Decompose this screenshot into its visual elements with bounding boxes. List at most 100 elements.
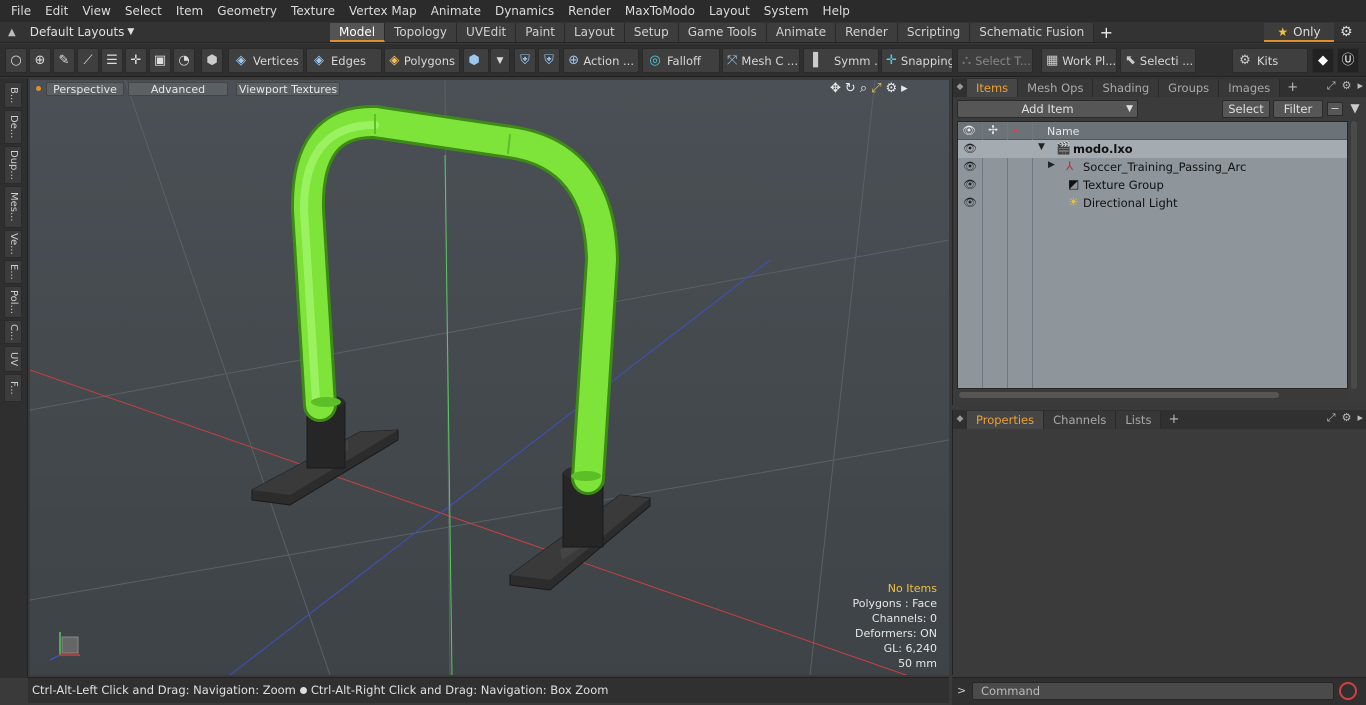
tab-scripting[interactable]: Scripting	[897, 22, 971, 42]
panel-grip-icon[interactable]: ◆	[953, 410, 967, 429]
left-tab-duplicate[interactable]: Dup...	[4, 146, 22, 184]
menu-help[interactable]: Help	[816, 0, 857, 22]
material-button[interactable]: ⬢	[463, 48, 489, 73]
tab-images[interactable]: Images	[1219, 78, 1281, 97]
edges-button[interactable]: ◈ Edges	[306, 48, 382, 73]
expand-triangle-icon[interactable]: ▶	[1048, 160, 1055, 170]
menu-render[interactable]: Render	[561, 0, 618, 22]
menu-view[interactable]: View	[75, 0, 117, 22]
menu-vertex-map[interactable]: Vertex Map	[342, 0, 424, 22]
eye-icon[interactable]: 👁	[963, 160, 977, 173]
tab-render[interactable]: Render	[836, 22, 898, 42]
viewport-settings-icon[interactable]: ⚙	[886, 81, 898, 96]
expand-panel-icon[interactable]: ⤢	[1327, 411, 1336, 425]
tab-mesh-ops[interactable]: Mesh Ops	[1018, 78, 1094, 97]
falloff-button[interactable]: ◎ Falloff	[642, 48, 720, 73]
mesh-constraint-button[interactable]: ⤧ Mesh C ...	[722, 48, 800, 73]
menu-geometry[interactable]: Geometry	[210, 0, 284, 22]
tab-animate[interactable]: Animate	[766, 22, 837, 42]
tab-setup[interactable]: Setup	[624, 22, 679, 42]
symmetry-button[interactable]: ▐ Symm ...	[803, 48, 879, 73]
tab-schematic-fusion[interactable]: Schematic Fusion	[970, 22, 1095, 42]
panel-menu-arrow-icon[interactable]: ▸	[1357, 79, 1363, 93]
perspective-dropdown[interactable]: Perspective	[46, 82, 124, 96]
zoom-view-icon[interactable]: ⌕	[860, 81, 867, 96]
viewport-menu-arrow-icon[interactable]: ▸	[901, 81, 908, 96]
eye-icon[interactable]: 👁	[963, 142, 977, 155]
rotate-button[interactable]: ◔	[173, 48, 195, 73]
axis-column-icon[interactable]: ⅄	[1012, 123, 1019, 137]
select-button[interactable]: Select	[1222, 100, 1270, 118]
menu-item[interactable]: Item	[169, 0, 210, 22]
tab-channels[interactable]: Channels	[1044, 410, 1117, 429]
tab-topology[interactable]: Topology	[385, 22, 458, 42]
brush-button[interactable]: ⟋	[77, 48, 99, 73]
menu-system[interactable]: System	[757, 0, 816, 22]
panel-menu-arrow-icon[interactable]: ▸	[1357, 411, 1363, 425]
snapping-button[interactable]: ✛ Snapping	[881, 48, 953, 73]
tab-layout[interactable]: Layout	[564, 22, 625, 42]
tab-properties[interactable]: Properties	[967, 410, 1045, 429]
3d-viewport[interactable]: Perspective Advanced Viewport Textures ✥…	[30, 80, 949, 675]
scrollbar-thumb[interactable]	[1351, 121, 1357, 389]
expand-panel-icon[interactable]: ⤢	[1327, 79, 1336, 93]
menu-select[interactable]: Select	[118, 0, 169, 22]
left-tab-deform[interactable]: De...	[4, 110, 22, 144]
select-through-button[interactable]: ⛬ Select T...	[957, 48, 1033, 73]
add-panel-tab-icon[interactable]: +	[1280, 80, 1305, 95]
add-panel-tab-icon[interactable]: +	[1161, 412, 1186, 427]
name-column-header[interactable]: Name	[1047, 125, 1079, 138]
left-tab-fusion[interactable]: F...	[4, 374, 22, 402]
frame-button[interactable]: ▣	[149, 48, 171, 73]
left-tab-vertex[interactable]: Ve...	[4, 230, 22, 258]
left-tab-uv[interactable]: UV	[4, 346, 22, 372]
menu-dynamics[interactable]: Dynamics	[488, 0, 561, 22]
pen-button[interactable]: ✎	[53, 48, 75, 73]
globe-button[interactable]: ⊕	[29, 48, 51, 73]
menu-layout[interactable]: Layout	[702, 0, 757, 22]
select-circle-button[interactable]: ○	[5, 48, 27, 73]
material-dropdown[interactable]: ▼	[490, 48, 510, 73]
lock-column-icon[interactable]: ✢	[988, 123, 998, 137]
tab-game-tools[interactable]: Game Tools	[678, 22, 767, 42]
left-tab-polygon[interactable]: Pol...	[4, 286, 22, 318]
tab-lists[interactable]: Lists	[1116, 410, 1162, 429]
expand-triangle-icon[interactable]: ▼	[1038, 142, 1045, 152]
tree-vertical-scrollbar[interactable]	[1350, 121, 1358, 389]
only-toggle[interactable]: ★ Only	[1264, 23, 1334, 42]
tab-model[interactable]: Model	[330, 22, 386, 42]
align-button[interactable]: ☰	[101, 48, 123, 73]
left-tab-curve[interactable]: C...	[4, 320, 22, 344]
menu-texture[interactable]: Texture	[284, 0, 342, 22]
action-center-button[interactable]: ⊕ Action ...	[563, 48, 639, 73]
eye-icon[interactable]: 👁	[963, 178, 977, 191]
visibility-column-icon[interactable]: 👁	[962, 124, 976, 137]
funnel-icon[interactable]: ▼	[1347, 101, 1363, 117]
left-tab-edge[interactable]: E...	[4, 260, 22, 284]
collapse-up-icon[interactable]: ▲	[8, 27, 16, 38]
symmetry-x-button[interactable]: ⛨	[514, 48, 536, 73]
tree-row-directional-light[interactable]: 👁 ☀ Directional Light	[958, 194, 1347, 212]
collapse-button[interactable]: −	[1327, 102, 1343, 116]
command-input[interactable]	[972, 682, 1334, 700]
gear-icon[interactable]: ⚙	[1340, 24, 1353, 40]
menu-animate[interactable]: Animate	[424, 0, 488, 22]
eye-icon[interactable]: 👁	[963, 196, 977, 209]
viewport-textures-dropdown[interactable]: Viewport Textures	[236, 82, 340, 96]
workplane-button[interactable]: ▦ Work Pl...	[1041, 48, 1117, 73]
scrollbar-thumb[interactable]	[959, 392, 1279, 398]
panel-settings-icon[interactable]: ⚙	[1342, 411, 1352, 425]
maximize-view-icon[interactable]: ⤢	[871, 81, 881, 96]
tab-groups[interactable]: Groups	[1159, 78, 1220, 97]
layouts-dropdown[interactable]: ▲ Default Layouts ▼	[0, 25, 330, 39]
unity-button[interactable]: ◆	[1312, 48, 1334, 73]
tree-row-scene[interactable]: 👁 ▼ 🎬 modo.lxo	[958, 140, 1347, 158]
command-record-icon[interactable]	[1339, 682, 1357, 700]
kits-button[interactable]: ⚙ Kits	[1232, 48, 1308, 73]
items-mode-button[interactable]: ⬢	[201, 48, 223, 73]
selection-sets-button[interactable]: ⬉ Selecti ...	[1120, 48, 1196, 73]
tab-paint[interactable]: Paint	[516, 22, 565, 42]
tab-uvedit[interactable]: UVEdit	[457, 22, 517, 42]
move-view-icon[interactable]: ✥	[830, 81, 841, 96]
vertices-button[interactable]: ◈ Vertices	[228, 48, 304, 73]
